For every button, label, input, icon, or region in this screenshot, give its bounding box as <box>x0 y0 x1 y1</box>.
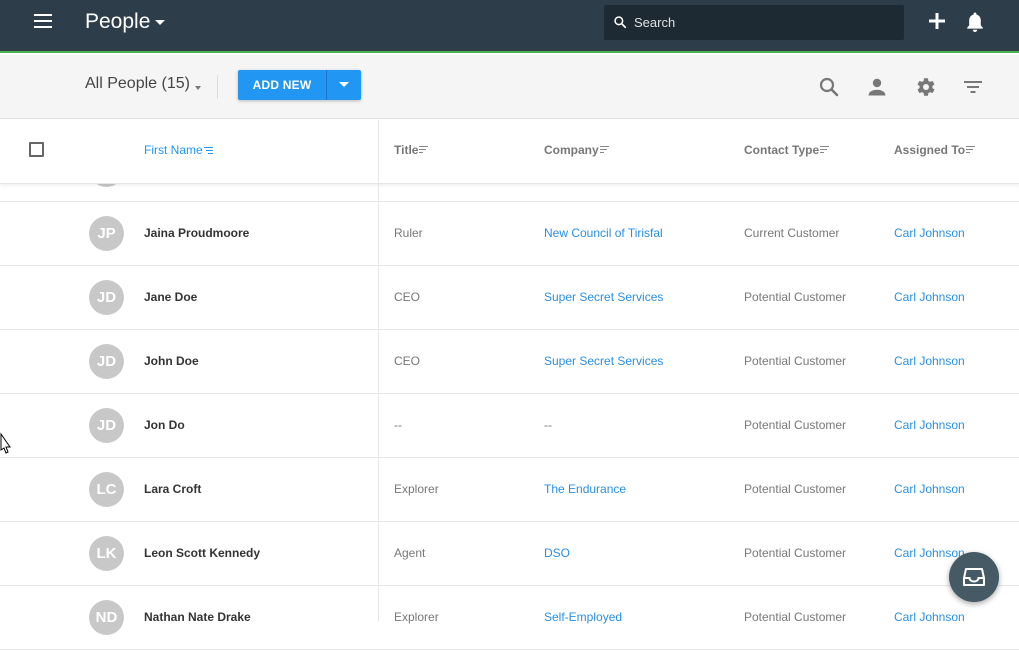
first-name-cell[interactable]: John Doe <box>144 354 199 368</box>
inbox-icon <box>963 568 985 586</box>
title-cell: Agent <box>394 546 426 560</box>
assigned-to-link[interactable]: Carl Johnson <box>894 226 965 240</box>
title-cell: CEO <box>394 290 421 304</box>
column-label: First Name <box>144 143 203 157</box>
avatar: JD <box>89 408 124 443</box>
column-divider <box>378 120 379 621</box>
table-row[interactable]: LK Leon Scott Kennedy Agent DSO Potentia… <box>0 522 1019 586</box>
avatar: JD <box>89 280 124 315</box>
column-label: Assigned To <box>894 143 966 157</box>
contact-type-cell: Current Customer <box>744 226 840 240</box>
column-header-company[interactable]: Company <box>544 143 609 157</box>
company-link[interactable]: DSO <box>544 546 570 560</box>
company-link[interactable]: Super Secret Services <box>544 354 663 368</box>
list-toolbar: All People (15) ADD NEW <box>0 55 1019 119</box>
assigned-to-link[interactable]: Carl Johnson <box>894 418 965 432</box>
first-name-cell[interactable]: Jane Doe <box>144 290 197 304</box>
person-icon[interactable] <box>865 75 889 99</box>
first-name-cell[interactable]: Jaina Proudmoore <box>144 226 249 240</box>
top-app-bar: People <box>0 0 1019 53</box>
table-row[interactable]: JD John Doe CEO Super Secret Services Po… <box>0 330 1019 394</box>
toolbar-divider <box>217 75 218 99</box>
title-cell: Explorer <box>394 482 439 496</box>
contact-type-cell: Potential Customer <box>744 418 847 432</box>
contact-type-cell: Potential Customer <box>744 290 847 304</box>
sort-icon <box>820 146 830 153</box>
search-input[interactable] <box>634 5 894 40</box>
title-cell: Ruler <box>394 226 423 240</box>
company-link[interactable]: New Council of Tirisfal <box>544 226 663 240</box>
column-header-title[interactable]: Title <box>394 143 429 157</box>
assigned-to-link[interactable]: Carl Johnson <box>894 610 965 624</box>
first-name-cell[interactable]: Nathan Nate Drake <box>144 610 251 624</box>
app-title[interactable]: People <box>85 10 150 34</box>
column-label: Company <box>544 143 599 157</box>
select-all-checkbox[interactable] <box>29 142 44 157</box>
gear-icon[interactable] <box>913 75 937 99</box>
global-search[interactable] <box>604 5 904 40</box>
bell-icon[interactable] <box>965 11 985 33</box>
title-cell: Explorer <box>394 610 439 624</box>
add-new-label[interactable]: ADD NEW <box>238 70 326 100</box>
table-row[interactable]: LC Lara Croft Explorer The Endurance Pot… <box>0 458 1019 522</box>
chevron-down-icon[interactable] <box>155 20 165 25</box>
sort-icon <box>966 146 976 153</box>
add-new-dropdown-button[interactable] <box>327 70 361 100</box>
mouse-cursor-icon <box>0 432 11 454</box>
company-cell: -- <box>544 418 552 432</box>
search-icon[interactable] <box>817 75 841 99</box>
avatar: ND <box>89 600 124 635</box>
sort-icon <box>419 146 429 153</box>
assigned-to-link[interactable]: Carl Johnson <box>894 482 965 496</box>
table-row[interactable]: JP Jaina Proudmoore Ruler New Council of… <box>0 202 1019 266</box>
add-new-button[interactable]: ADD NEW <box>238 70 361 100</box>
company-link[interactable]: Super Secret Services <box>544 290 663 304</box>
title-cell: CEO <box>394 354 421 368</box>
company-link[interactable]: The Endurance <box>544 482 626 496</box>
view-selector[interactable]: All People (15) <box>85 75 190 93</box>
assigned-to-link[interactable]: Carl Johnson <box>894 290 965 304</box>
company-link[interactable]: Self-Employed <box>544 610 622 624</box>
avatar: JP <box>89 216 124 251</box>
table-row[interactable]: ND Nathan Nate Drake Explorer Self-Emplo… <box>0 586 1019 650</box>
first-name-cell[interactable]: Lara Croft <box>144 482 201 496</box>
plus-icon[interactable] <box>928 12 946 30</box>
assigned-to-link[interactable]: Carl Johnson <box>894 354 965 368</box>
filter-icon[interactable] <box>961 75 985 99</box>
sort-icon <box>203 147 213 154</box>
avatar: JD <box>89 344 124 379</box>
contact-type-cell: Potential Customer <box>744 610 847 624</box>
view-caret-icon[interactable] <box>195 86 201 90</box>
first-name-cell[interactable]: Leon Scott Kennedy <box>144 546 260 560</box>
avatar: LC <box>89 472 124 507</box>
table-header: First Name Title Company Contact Type As… <box>0 120 1019 184</box>
table-row[interactable]: JD Jane Doe CEO Super Secret Services Po… <box>0 266 1019 330</box>
column-header-assigned-to[interactable]: Assigned To <box>894 143 976 157</box>
search-icon <box>614 16 627 29</box>
table-row[interactable]: JD Jon Do -- -- Potential Customer Carl … <box>0 394 1019 458</box>
avatar: LK <box>89 536 124 571</box>
title-cell: -- <box>394 418 402 432</box>
column-header-contact-type[interactable]: Contact Type <box>744 143 830 157</box>
contact-type-cell: Potential Customer <box>744 546 847 560</box>
inbox-fab-button[interactable] <box>949 552 999 602</box>
contact-type-cell: Potential Customer <box>744 482 847 496</box>
column-header-first-name[interactable]: First Name <box>144 143 213 157</box>
column-label: Title <box>394 143 419 157</box>
hamburger-menu-icon[interactable] <box>34 14 52 28</box>
first-name-cell[interactable]: Jon Do <box>144 418 185 432</box>
sort-icon <box>599 146 609 153</box>
assigned-to-link[interactable]: Carl Johnson <box>894 546 965 560</box>
column-label: Contact Type <box>744 143 820 157</box>
contact-type-cell: Potential Customer <box>744 354 847 368</box>
